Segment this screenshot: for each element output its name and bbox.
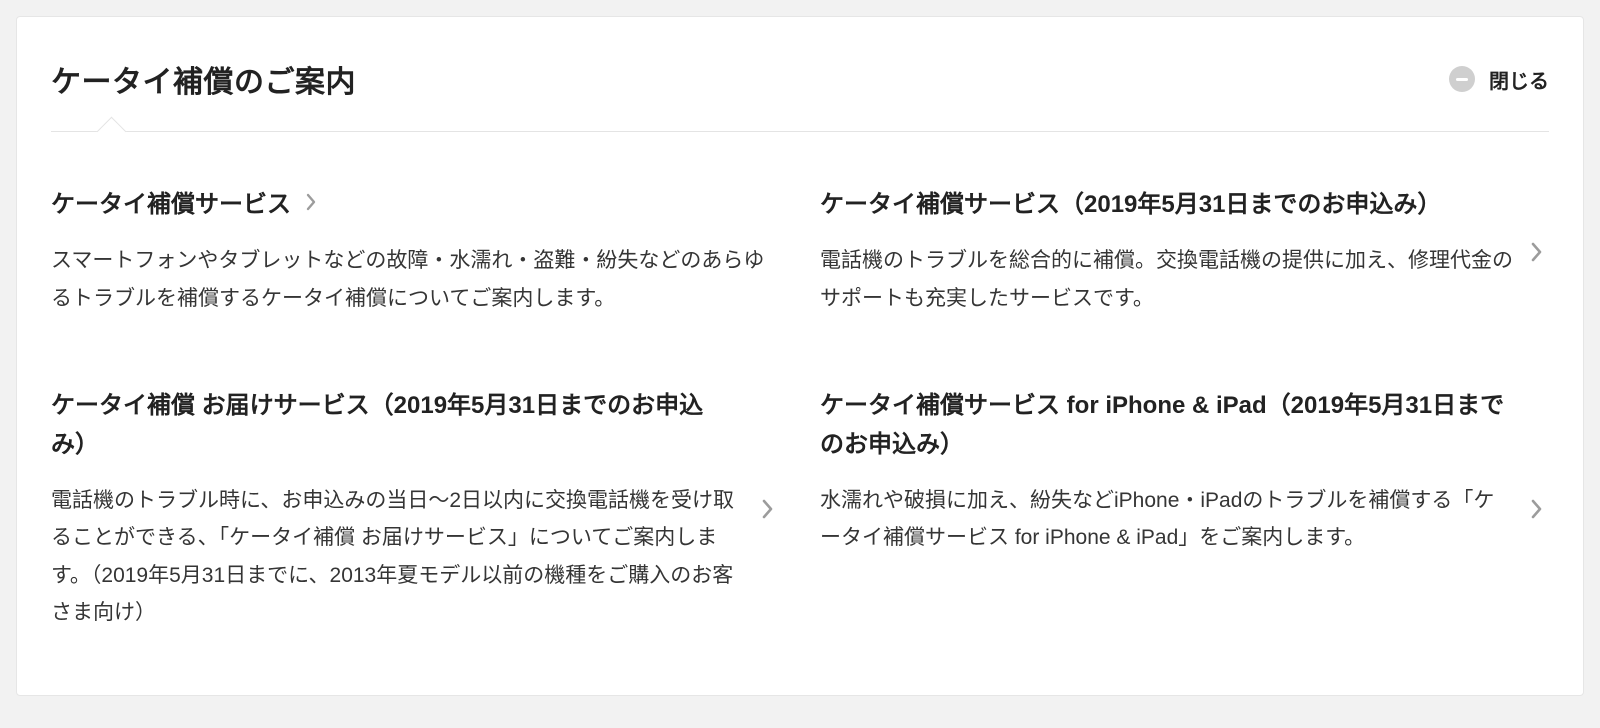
item-title: ケータイ補償サービス for iPhone & iPad（2019年5月31日ま… (820, 392, 1504, 457)
header-divider (51, 131, 1549, 132)
chevron-right-icon (760, 498, 780, 520)
minus-icon (1449, 66, 1475, 92)
item-title: ケータイ補償 お届けサービス（2019年5月31日までのお申込み） (51, 392, 703, 457)
link-item-compensation-service-before-20190531[interactable]: ケータイ補償サービス（2019年5月31日までのお申込み） 電話機のトラブルを総… (820, 186, 1549, 317)
item-title: ケータイ補償サービス (51, 191, 291, 218)
close-button[interactable]: 閉じる (1449, 65, 1549, 94)
chevron-right-icon (1529, 241, 1549, 263)
chevron-right-icon (1529, 498, 1549, 520)
panel-header: ケータイ補償のご案内 閉じる (51, 57, 1549, 101)
link-item-compensation-service[interactable]: ケータイ補償サービス スマートフォンやタブレットなどの故障・水濡れ・盗難・紛失な… (51, 186, 780, 317)
panel: ケータイ補償のご案内 閉じる ケータイ補償サービス スマートフォンやタブレットな… (16, 16, 1584, 696)
item-desc: 電話機のトラブルを総合的に補償。交換電話機の提供に加え、修理代金のサポートも充実… (820, 242, 1513, 317)
item-desc: 水濡れや破損に加え、紛失などiPhone・iPadのトラブルを補償する「ケータイ… (820, 482, 1513, 557)
item-desc: 電話機のトラブル時に、お申込みの当日〜2日以内に交換電話機を受け取ることができる… (51, 482, 744, 632)
chevron-right-icon (305, 193, 317, 211)
items-grid: ケータイ補償サービス スマートフォンやタブレットなどの故障・水濡れ・盗難・紛失な… (51, 186, 1549, 631)
item-desc: スマートフォンやタブレットなどの故障・水濡れ・盗難・紛失などのあらゆるトラブルを… (51, 242, 780, 317)
item-title: ケータイ補償サービス（2019年5月31日までのお申込み） (820, 191, 1441, 218)
link-item-delivery-service-before-20190531[interactable]: ケータイ補償 お届けサービス（2019年5月31日までのお申込み） 電話機のトラ… (51, 387, 780, 631)
link-item-compensation-iphone-ipad-before-20190531[interactable]: ケータイ補償サービス for iPhone & iPad（2019年5月31日ま… (820, 387, 1549, 631)
panel-title: ケータイ補償のご案内 (51, 57, 356, 101)
close-label: 閉じる (1489, 65, 1549, 94)
